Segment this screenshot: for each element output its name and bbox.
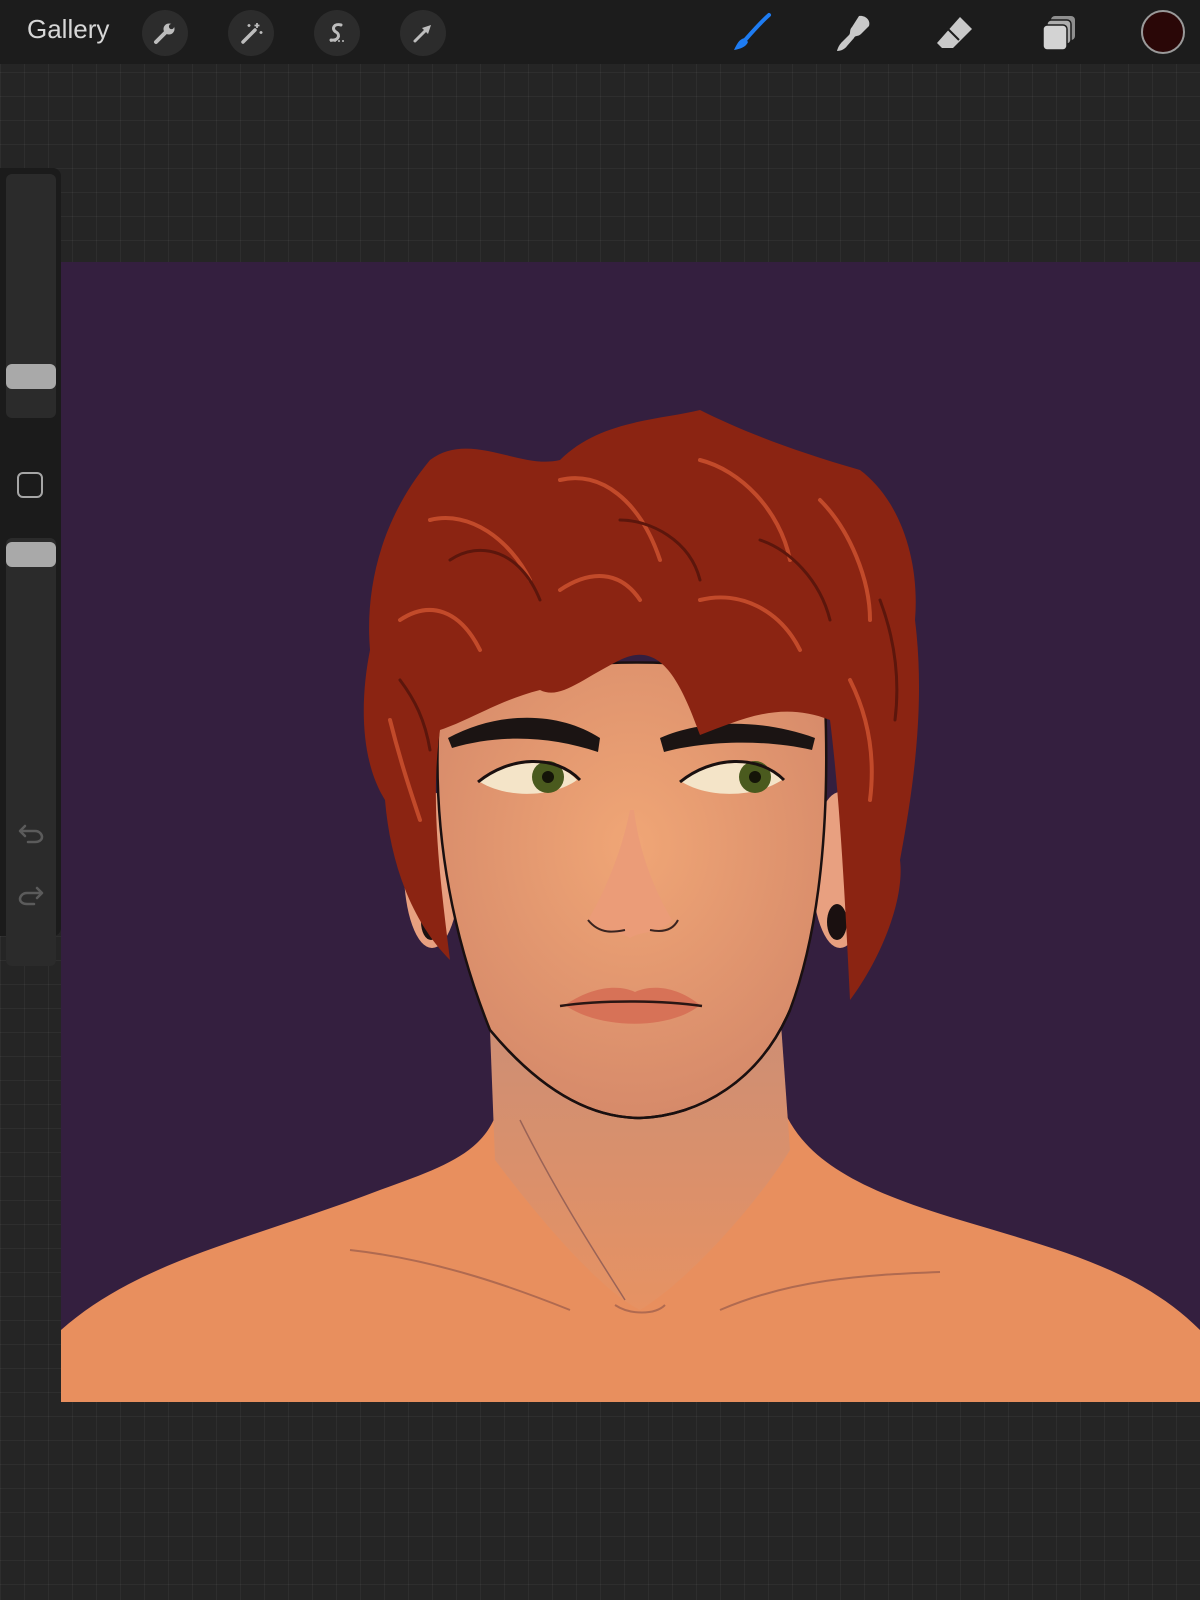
modify-button[interactable] — [17, 472, 43, 498]
drawing-canvas[interactable] — [61, 262, 1200, 1402]
layers-icon — [1042, 16, 1075, 51]
layers-button[interactable] — [1034, 8, 1084, 58]
redo-icon — [18, 886, 44, 906]
magic-wand-icon — [241, 23, 263, 44]
wrench-icon — [154, 23, 175, 44]
brush-size-thumb[interactable] — [6, 364, 56, 389]
move-arrow-icon — [413, 25, 431, 43]
selection-icon — [329, 23, 344, 42]
actions-button[interactable] — [142, 10, 188, 56]
smudge-tool-button[interactable] — [828, 8, 878, 58]
brush-tool-button[interactable] — [726, 8, 776, 58]
sidebar — [0, 168, 61, 966]
gallery-button[interactable]: Gallery — [27, 14, 109, 45]
eraser-icon — [937, 17, 972, 48]
brush-icon — [734, 13, 771, 50]
adjustments-button[interactable] — [228, 10, 274, 56]
undo-icon — [18, 824, 44, 844]
brush-size-slider[interactable] — [6, 174, 56, 418]
undo-button[interactable] — [16, 818, 46, 848]
selection-button[interactable] — [314, 10, 360, 56]
top-toolbar: Gallery — [0, 0, 1200, 64]
opacity-thumb[interactable] — [6, 542, 56, 567]
transform-button[interactable] — [400, 10, 446, 56]
redo-button[interactable] — [16, 880, 46, 910]
portrait-illustration — [61, 262, 1200, 1402]
eraser-tool-button[interactable] — [930, 8, 980, 58]
color-swatch[interactable] — [1141, 10, 1185, 54]
smudge-icon — [837, 15, 870, 51]
